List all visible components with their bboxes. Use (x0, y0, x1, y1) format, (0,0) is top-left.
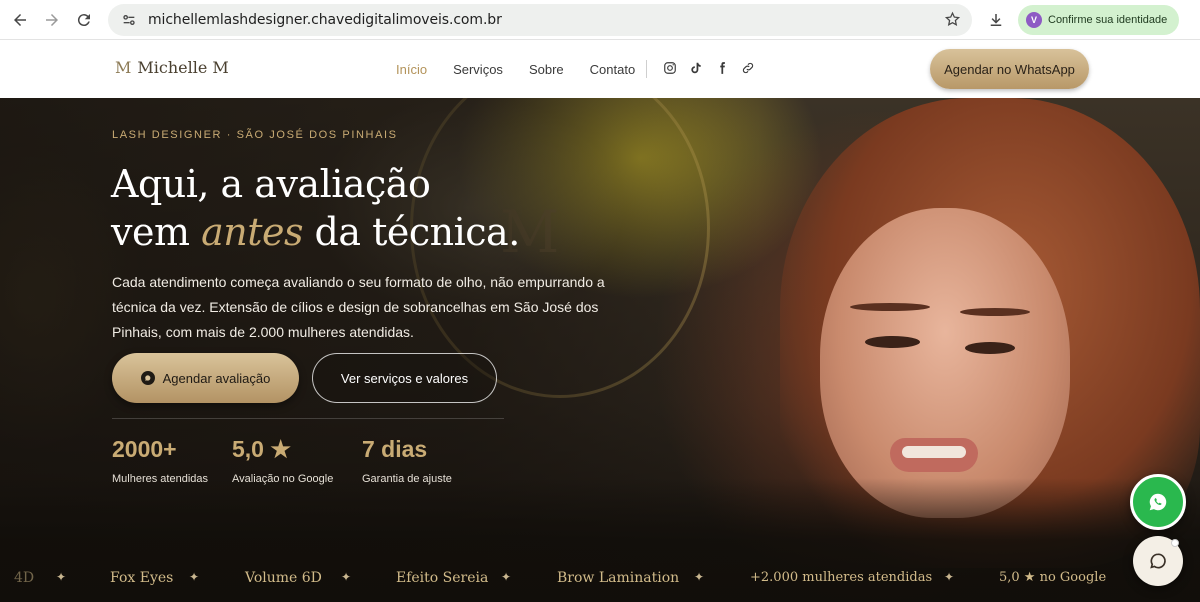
marquee-item: 4D (14, 570, 35, 586)
url-text[interactable]: michellemlashdesigner.chavedigitalimovei… (148, 12, 938, 28)
marquee-item: Efeito Sereia (396, 570, 489, 586)
marquee-item: Brow Lamination (557, 570, 680, 586)
stat-label: Avaliação no Google (232, 473, 334, 485)
tiktok-icon[interactable] (688, 60, 704, 76)
marquee-separator: ✦ (501, 570, 512, 584)
marquee-item: +2.000 mulheres atendidas (750, 570, 933, 585)
site-info-icon[interactable] (118, 9, 140, 31)
marquee-separator: ✦ (944, 570, 955, 584)
address-bar[interactable]: michellemlashdesigner.chavedigitalimovei… (108, 3, 972, 36)
back-button[interactable] (4, 4, 36, 36)
main-menu: Início Serviços Sobre Contato (396, 62, 661, 77)
hero-divider (112, 418, 504, 419)
whatsapp-icon (140, 371, 155, 385)
headline-line-1: Aqui, a avaliação (111, 162, 431, 206)
marquee-separator: ✦ (189, 570, 200, 584)
bookmark-star-icon[interactable] (938, 6, 966, 34)
link-icon[interactable] (740, 60, 756, 76)
menu-item-inicio[interactable]: Início (396, 62, 427, 77)
whatsapp-icon (1149, 493, 1167, 511)
marquee-separator: ✦ (341, 570, 352, 584)
reload-icon (77, 13, 90, 26)
stat-guarantee: 7 dias Garantia de ajuste (362, 436, 452, 485)
brand-name: Michelle M (137, 58, 229, 77)
profile-avatar: V (1026, 11, 1042, 28)
schedule-evaluation-label: Agendar avaliação (162, 370, 271, 386)
identity-chip[interactable]: V Confirme sua identidade (1018, 4, 1180, 35)
arrow-left-icon (14, 13, 26, 26)
hero-section: M LASH DESIGNER · SÃO JOSÉ DOS PINHAIS A… (0, 98, 1200, 602)
facebook-icon[interactable] (714, 60, 730, 76)
hero-headline: Aqui, a avaliação vem antes da técnica. (111, 162, 520, 254)
marquee-item: 5,0 ★ no Google (999, 570, 1107, 585)
menu-item-sobre[interactable]: Sobre (529, 62, 564, 77)
stat-value: 5,0 ★ (232, 436, 291, 462)
services-marquee: 4D ✦ Fox Eyes ✦ Volume 6D ✦ Efeito Serei… (0, 564, 1200, 594)
hero-eyebrow: LASH DESIGNER · SÃO JOSÉ DOS PINHAIS (112, 129, 398, 141)
floating-whatsapp-button[interactable] (1130, 474, 1186, 530)
download-button[interactable] (980, 4, 1012, 36)
marquee-separator: ✦ (694, 570, 705, 584)
marquee-separator: ✦ (56, 570, 67, 584)
stat-label: Mulheres atendidas (112, 473, 209, 485)
chat-button[interactable] (1133, 536, 1183, 586)
forward-button[interactable] (36, 4, 68, 36)
whatsapp-schedule-button[interactable]: Agendar no WhatsApp (930, 49, 1089, 89)
brand-logo[interactable]: M Michelle M (115, 58, 229, 77)
arrow-right-icon (46, 13, 58, 26)
brand-mark: M (115, 58, 131, 77)
view-services-button[interactable]: Ver serviços e valores (312, 353, 497, 403)
headline-accent: antes (201, 210, 303, 254)
chat-bubble-icon (1150, 553, 1166, 569)
site-header: M Michelle M Início Serviços Sobre Conta… (0, 40, 1200, 98)
social-links (662, 60, 756, 76)
marquee-item: Volume 6D (245, 570, 322, 586)
stat-value: 2000+ (112, 436, 177, 462)
browser-toolbar: michellemlashdesigner.chavedigitalimovei… (0, 0, 1200, 40)
schedule-evaluation-button[interactable]: Agendar avaliação (112, 353, 299, 403)
stat-label: Garantia de ajuste (362, 473, 452, 485)
stat-rating: 5,0 ★ Avaliação no Google (232, 436, 333, 485)
menu-item-contato[interactable]: Contato (590, 62, 636, 77)
instagram-icon[interactable] (662, 60, 678, 76)
identity-label: Confirme sua identidade (1048, 13, 1168, 26)
reload-button[interactable] (68, 4, 100, 36)
menu-divider (646, 60, 647, 78)
stat-clients: 2000+ Mulheres atendidas (112, 436, 208, 485)
download-icon (990, 13, 1002, 26)
stat-value: 7 dias (362, 436, 428, 462)
notification-dot (1171, 539, 1179, 547)
menu-item-servicos[interactable]: Serviços (453, 62, 503, 77)
hero-lead: Cada atendimento começa avaliando o seu … (112, 274, 605, 340)
marquee-item: Fox Eyes (110, 570, 174, 586)
